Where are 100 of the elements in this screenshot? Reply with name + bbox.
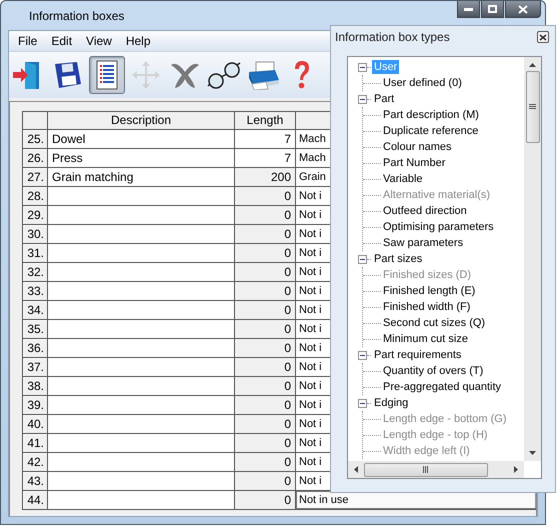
table-cell: 0 [235,301,296,320]
tree-item[interactable]: Outfeed direction [381,204,469,218]
row-number: 35. [23,320,48,339]
column-header: Description [48,112,235,130]
table-cell: 0 [235,434,296,453]
row-number: 26. [23,149,48,168]
row-number: 41. [23,434,48,453]
close-icon [518,4,528,14]
tree-item[interactable]: Edging [372,396,410,410]
table-cell: 0 [235,358,296,377]
tree-item[interactable]: Duplicate reference [381,124,480,138]
table-cell: 0 [235,320,296,339]
collapse-icon[interactable] [358,350,367,360]
row-number: 42. [23,453,48,472]
table-cell: 0 [235,206,296,225]
tree-item[interactable]: User defined (0) [381,76,464,90]
table-cell: 7 [235,130,296,149]
tree-item[interactable]: Part sizes [372,252,424,266]
row-number: 32. [23,263,48,282]
scroll-thumb[interactable] [364,462,488,476]
table-cell: 0 [235,339,296,358]
row-number: 39. [23,396,48,415]
glasses-icon [207,60,241,90]
menu-item[interactable]: Edit [44,34,80,48]
row-number: 37. [23,358,48,377]
list-icon [96,60,118,90]
table-cell: 0 [235,244,296,263]
table-cell: 7 [235,149,296,168]
row-number: 40. [23,415,48,434]
table-cell: 0 [235,263,296,282]
save-icon [53,60,83,90]
table-cell: 0 [235,396,296,415]
row-number: 44. [23,491,48,510]
horizontal-scrollbar[interactable] [348,461,524,478]
toolbar-button[interactable] [89,56,125,94]
table-cell: 0 [235,491,296,510]
table-cell: 200 [235,168,296,187]
row-number: 31. [23,244,48,263]
tree-item[interactable]: Part requirements [372,348,464,362]
tree-item[interactable]: Finished width (F) [381,300,472,314]
row-number: 25. [23,130,48,149]
help-icon [293,60,311,90]
row-number: 27. [23,168,48,187]
collapse-icon[interactable] [358,62,367,72]
tree-item[interactable]: Colour names [381,140,454,154]
table-cell: Grain matching [48,168,235,187]
grip-icon [529,104,536,110]
vertical-scrollbar[interactable] [524,57,541,461]
tree-item[interactable]: Pre-aggregated quantity [381,380,504,394]
minimize-button[interactable] [457,1,480,18]
menu-item[interactable]: File [11,34,44,48]
menu-item[interactable]: View [79,34,119,48]
row-number: 29. [23,206,48,225]
maximize-button[interactable] [481,1,504,18]
scroll-thumb[interactable] [526,71,540,143]
row-number: 38. [23,377,48,396]
column-header: Length [235,112,296,130]
dropdown-field[interactable]: Not in use [296,491,536,510]
scroll-right-icon [514,466,518,473]
table-cell: 0 [235,415,296,434]
tree-item[interactable]: Minimum cut size [381,332,470,346]
collapse-icon[interactable] [358,398,367,408]
collapse-icon[interactable] [358,94,367,104]
tree-item[interactable]: Part [372,92,396,106]
window-title: Information boxes [29,8,124,22]
tree-item[interactable]: Saw parameters [381,236,466,250]
printer-icon [246,60,280,90]
table-cell: 0 [235,187,296,206]
close-button[interactable] [505,1,541,18]
scroll-up-icon [529,63,536,67]
collapse-icon[interactable] [358,254,367,264]
table-cell: 0 [235,282,296,301]
tree-item[interactable]: Variable [381,172,425,186]
panel-title: Information box types [335,30,450,44]
maximize-icon [488,5,497,13]
move-arrows-icon [131,60,161,90]
table-cell: Press [48,149,235,168]
row-number: 30. [23,225,48,244]
minimize-icon [464,8,473,10]
scroll-left-icon [354,466,358,473]
close-icon [539,34,547,40]
table-cell: 0 [235,225,296,244]
row-number: 28. [23,187,48,206]
row-number: 43. [23,472,48,491]
table-cell: Dowel [48,130,235,149]
tree-item[interactable]: Finished length (E) [381,284,478,298]
row-number: 33. [23,282,48,301]
close-button[interactable] [537,31,549,43]
tree-item[interactable]: Quantity of overs (T) [381,364,486,378]
table-cell: 0 [235,472,296,491]
menu-item[interactable]: Help [118,34,158,48]
row-number: 34. [23,301,48,320]
scroll-down-icon [529,451,536,455]
tree-item[interactable]: Part description (M) [381,108,481,122]
tree-item[interactable]: Optimising parameters [381,220,496,234]
tree-item[interactable]: Part Number [381,156,448,170]
table-cell: 0 [235,377,296,396]
tree-item[interactable]: Second cut sizes (Q) [381,316,488,330]
grip-icon [423,466,429,473]
row-number: 36. [23,339,48,358]
